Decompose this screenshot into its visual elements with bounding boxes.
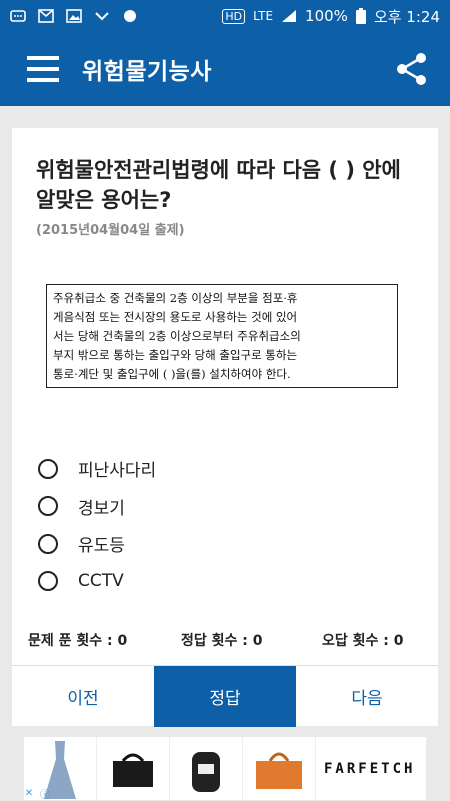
- option-label: 피난사다리: [78, 461, 157, 482]
- question-passage: 주유취급소 중 건축물의 2층 이상의 부분을 점포·휴 게음식점 또는 전시장…: [46, 284, 398, 388]
- option-label: CCTV: [78, 571, 124, 592]
- app-bar: 위험물기능사: [0, 32, 450, 106]
- ad-banner[interactable]: FARFETCH ✕ ⓘ: [22, 737, 426, 801]
- share-button[interactable]: [392, 49, 432, 89]
- backpack-image: [192, 751, 220, 792]
- share-icon: [397, 53, 426, 85]
- notification-icons: [10, 9, 138, 23]
- orange-bag-image: [256, 752, 302, 789]
- answer-options: 피난사다리 경보기 유도등 CCTV: [38, 450, 156, 600]
- passage-line: 통로·계단 및 출입구에 ( )을(를) 설치하여야 한다.: [53, 367, 291, 381]
- battery-icon: [355, 8, 366, 24]
- passage-line: 서는 당해 건축물의 2층 이상으로부터 주유취급소의: [53, 329, 301, 343]
- option-1[interactable]: 피난사다리: [38, 450, 156, 488]
- hamburger-icon: [27, 56, 59, 82]
- solved-count: 문제 푼 횟수 : 0: [28, 633, 128, 649]
- radio-button[interactable]: [38, 458, 58, 479]
- option-2[interactable]: 경보기: [38, 488, 156, 526]
- radio-button[interactable]: [38, 571, 58, 592]
- status-bar: HD LTE 100% 오후 1:24: [0, 0, 450, 32]
- question-date: (2015년04월04일 출제): [36, 223, 185, 238]
- radio-button[interactable]: [38, 533, 58, 554]
- option-3[interactable]: 유도등: [38, 525, 156, 563]
- ad-product-bag-orange[interactable]: [243, 737, 316, 800]
- message-icon: [10, 10, 26, 22]
- ad-product-bag-black[interactable]: [97, 737, 170, 800]
- system-icons: HD LTE 100% 오후 1:24: [222, 6, 440, 27]
- next-button[interactable]: 다음: [296, 666, 438, 727]
- prev-button[interactable]: 이전: [12, 666, 154, 727]
- handbag-image: [113, 753, 153, 787]
- signal-icon: [282, 10, 297, 22]
- passage-line: 게음식점 또는 전시장의 용도로 사용하는 것에 있어: [53, 310, 298, 324]
- image-icon: [66, 9, 82, 23]
- mail-icon: [38, 9, 54, 23]
- info-icon[interactable]: ⓘ: [38, 786, 52, 801]
- battery-percent: 100%: [305, 7, 348, 25]
- wrong-count: 오답 횟수 : 0: [322, 633, 404, 649]
- ad-controls: ✕ ⓘ: [22, 786, 52, 801]
- app-icon: [124, 10, 136, 22]
- question-card: 위험물안전관리법령에 따라 다음 ( ) 안에 알맞은 용어는? (2015년0…: [12, 128, 438, 727]
- radio-button[interactable]: [38, 496, 58, 517]
- navigation-buttons: 이전 정답 다음: [12, 665, 438, 727]
- network-type: LTE: [253, 9, 274, 23]
- close-icon[interactable]: ✕: [22, 786, 36, 800]
- correct-count: 정답 횟수 : 0: [181, 633, 263, 649]
- passage-line: 부지 밖으로 통하는 출입구와 당해 출입구로 통하는: [53, 348, 298, 362]
- answer-button[interactable]: 정답: [154, 666, 296, 727]
- option-4[interactable]: CCTV: [38, 563, 156, 601]
- app-title: 위험물기능사: [82, 59, 212, 85]
- option-label: 유도등: [78, 536, 125, 557]
- stats-row: 문제 푼 횟수 : 0 정답 횟수 : 0 오답 횟수 : 0: [12, 626, 438, 656]
- hd-badge: HD: [222, 8, 246, 24]
- option-label: 경보기: [78, 498, 125, 519]
- question-title: 위험물안전관리법령에 따라 다음 ( ) 안에 알맞은 용어는?: [36, 158, 401, 212]
- ad-product-backpack[interactable]: [170, 737, 243, 800]
- menu-button[interactable]: [18, 44, 68, 94]
- ad-brand-logo: FARFETCH: [324, 760, 416, 777]
- passage-line: 주유취급소 중 건축물의 2층 이상의 부분을 점포·휴: [53, 291, 298, 305]
- clock: 오후 1:24: [373, 7, 440, 26]
- missed-call-icon: [95, 12, 109, 21]
